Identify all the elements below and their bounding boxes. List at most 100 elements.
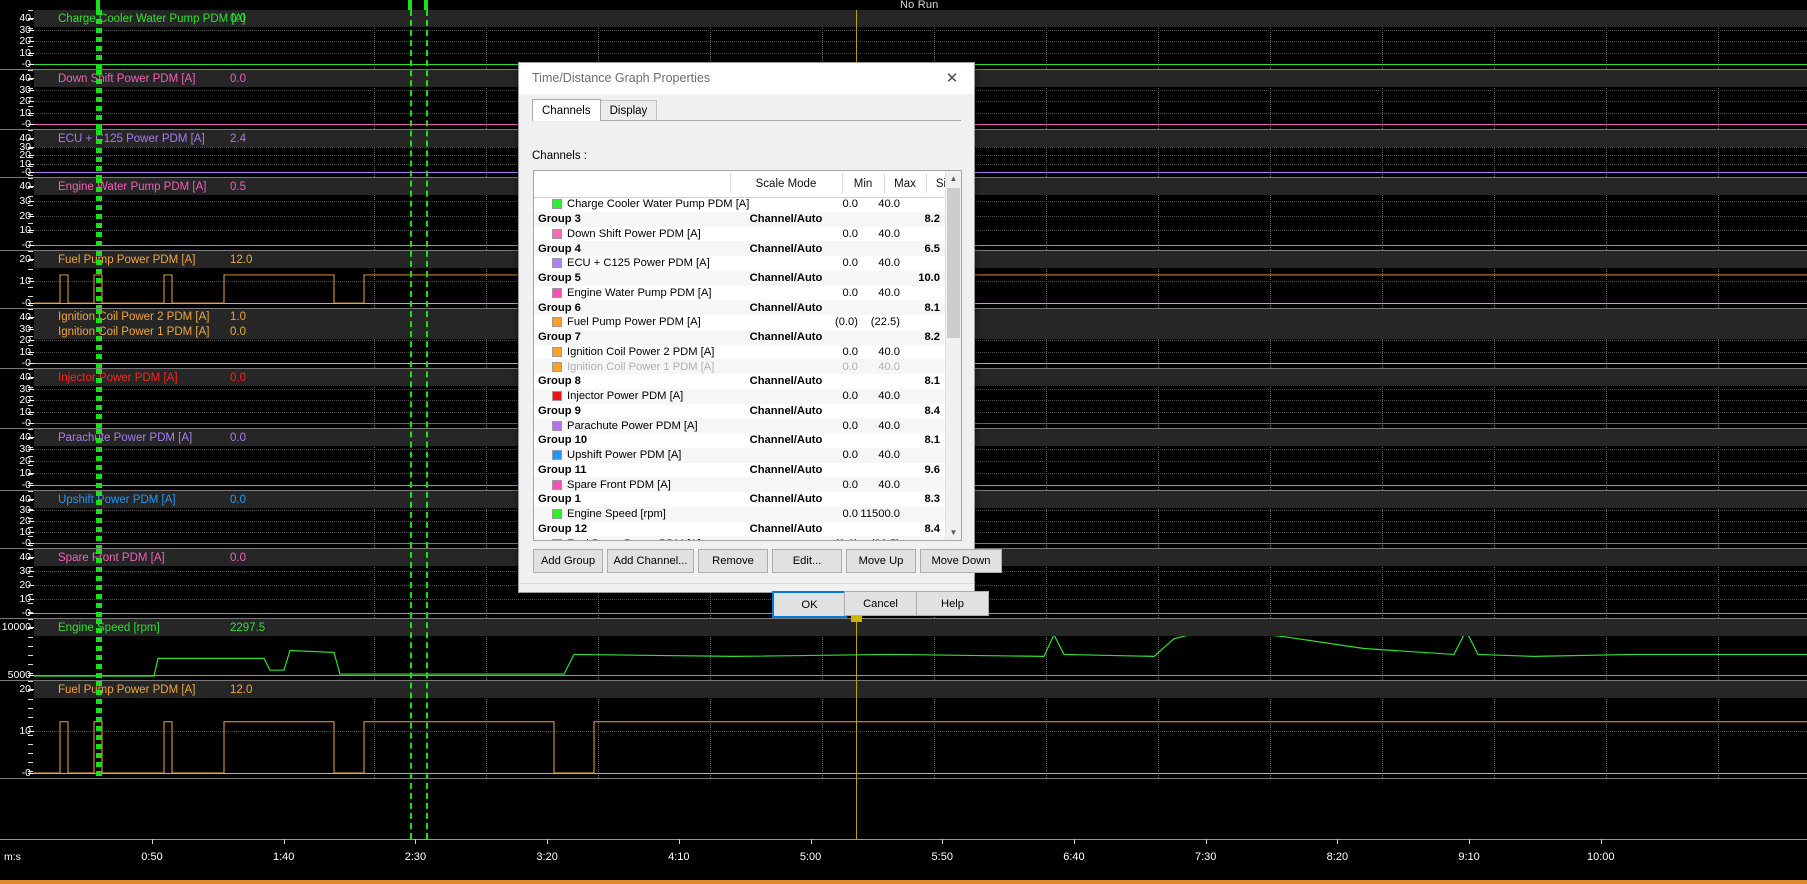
pane-cursor-column: [96, 309, 102, 368]
row-label: Engine Water Pump PDM [A]: [567, 286, 712, 299]
channel-label-bar[interactable]: Engine Speed [rpm] 2297.5: [34, 619, 1807, 636]
pane-y-axis: 40 30 20 10 -0: [0, 178, 34, 250]
cancel-button[interactable]: Cancel: [844, 591, 917, 616]
time-axis-scroll-bar[interactable]: [0, 880, 1807, 884]
remove-button[interactable]: Remove: [698, 549, 768, 573]
table-channel-row[interactable]: Engine Speed [rpm] 0.0 11500.0: [534, 506, 946, 522]
channel-value: 12.0: [230, 253, 253, 266]
channel-color-swatch[interactable]: [552, 258, 562, 269]
row-size: 8.4: [924, 522, 940, 535]
channel-value: 2.4: [230, 132, 246, 145]
channel-color-swatch[interactable]: [552, 317, 562, 328]
channel-label-bar[interactable]: Charge Cooler Water Pump PDM [A] 0.0: [34, 10, 1807, 27]
edit-button[interactable]: Edit...: [772, 549, 842, 573]
channel-pane[interactable]: 40 30 20 10 -0 Charge Cooler Water Pump PDM […: [0, 10, 1807, 70]
table-channel-row[interactable]: Fuel Pump Power PDM [A](0.0)(22.5): [534, 536, 946, 540]
channel-label-bar[interactable]: Fuel Pump Power PDM [A] 12.0: [34, 681, 1807, 698]
column-header-min[interactable]: Min: [842, 171, 884, 196]
dialog-title-bar[interactable]: Time/Distance Graph Properties ✕: [519, 63, 974, 94]
channel-color-swatch[interactable]: [552, 420, 562, 431]
channel-name: Spare Front PDM [A]: [58, 551, 165, 564]
table-group-row[interactable]: Group 9 Channel/Auto 8.4: [534, 404, 946, 419]
time-axis-tick-mark: [1337, 839, 1339, 844]
row-label: Group 5: [538, 272, 581, 285]
pane-cursor-column: [96, 619, 102, 680]
channel-pane[interactable]: 20 10 -0 Fuel Pump Power PDM [A] 12.0: [0, 681, 1807, 779]
channels-table-header: Scale Mode Min Max Size: [534, 171, 961, 198]
table-group-row[interactable]: Group 10 Channel/Auto 8.1: [534, 433, 946, 448]
scroll-up-icon[interactable]: ▲: [946, 171, 961, 186]
table-group-row[interactable]: Group 1 Channel/Auto 8.3: [534, 492, 946, 507]
channel-name: Down Shift Power PDM [A]: [58, 72, 196, 85]
pane-y-axis: 40 30 20 10 -0: [0, 369, 34, 428]
scroll-down-icon[interactable]: ▼: [946, 525, 961, 540]
scrollbar-thumb[interactable]: [947, 188, 960, 338]
row-size: [886, 197, 940, 212]
table-group-row[interactable]: Group 4 Channel/Auto 6.5: [534, 241, 946, 256]
table-channel-row[interactable]: Upshift Power PDM [A] 0.0 40.0: [534, 447, 946, 463]
ok-button[interactable]: OK: [772, 591, 847, 618]
column-header-scale-mode[interactable]: Scale Mode: [730, 171, 842, 196]
table-channel-row[interactable]: Parachute Power PDM [A] 0.0 40.0: [534, 418, 946, 433]
pane-y-axis: 40 30 20 10 -0: [0, 549, 34, 618]
pane-cursor-column: [96, 70, 102, 129]
table-group-row[interactable]: Group 7 Channel/Auto 8.2: [534, 329, 946, 345]
channel-value: 0.0: [230, 325, 246, 338]
channel-color-swatch[interactable]: [552, 509, 562, 520]
table-channel-row[interactable]: Down Shift Power PDM [A] 0.0 40.0: [534, 227, 946, 242]
channel-color-swatch[interactable]: [552, 199, 562, 210]
tab-display[interactable]: Display: [599, 100, 658, 121]
table-group-row[interactable]: Group 11 Channel/Auto 9.6: [534, 463, 946, 478]
table-channel-row[interactable]: Engine Water Pump PDM [A] 0.0 40.0: [534, 286, 946, 301]
dialog-title: Time/Distance Graph Properties: [532, 71, 711, 85]
table-group-row[interactable]: Group 8 Channel/Auto 8.1: [534, 374, 946, 389]
row-label: Fuel Pump Power PDM [A]: [567, 538, 701, 540]
graph-cursor-handle[interactable]: [851, 615, 862, 622]
table-channel-row[interactable]: Ignition Coil Power 2 PDM [A] 0.0 40.0: [534, 345, 946, 360]
column-header-max[interactable]: Max: [884, 171, 926, 196]
tab-channels[interactable]: Channels: [532, 99, 601, 121]
channel-color-swatch[interactable]: [552, 538, 562, 540]
channel-pane[interactable]: 10000 5000 Engine Speed [rpm] 2297.5: [0, 619, 1807, 681]
table-channel-row[interactable]: ECU + C125 Power PDM [A] 0.0 40.0: [534, 256, 946, 271]
table-scrollbar[interactable]: ▲ ▼: [945, 171, 961, 540]
channels-table[interactable]: Scale Mode Min Max Size Charge Cooler Wa…: [533, 170, 962, 541]
move-down-button[interactable]: Move Down: [920, 549, 1002, 573]
help-button[interactable]: Help: [916, 591, 989, 616]
table-channel-row[interactable]: Fuel Pump Power PDM [A](0.0)(22.5): [534, 315, 946, 330]
table-channel-row[interactable]: Charge Cooler Water Pump PDM [A] 0.0 40.0: [534, 197, 946, 212]
close-icon[interactable]: ✕: [930, 63, 974, 93]
table-group-row[interactable]: Group 12 Channel/Auto 8.4: [534, 522, 946, 537]
table-channel-row[interactable]: Spare Front PDM [A] 0.0 40.0: [534, 477, 946, 492]
row-size: [886, 418, 940, 433]
row-name-cell: Fuel Pump Power PDM [A]: [552, 315, 701, 330]
channel-name: Fuel Pump Power PDM [A]: [58, 683, 196, 696]
add-channel-button[interactable]: Add Channel...: [607, 549, 694, 573]
table-group-row[interactable]: Group 3 Channel/Auto 8.2: [534, 211, 946, 227]
channel-color-swatch[interactable]: [552, 391, 562, 402]
row-name-cell: Charge Cooler Water Pump PDM [A]: [552, 197, 749, 212]
y-axis-minor-ticks: [28, 369, 33, 428]
row-label: Injector Power PDM [A]: [567, 390, 684, 403]
row-size: [886, 227, 940, 242]
row-name-cell: Group 5: [538, 271, 581, 286]
channel-color-swatch[interactable]: [552, 361, 562, 372]
channel-color-swatch[interactable]: [552, 346, 562, 357]
row-label: Engine Speed [rpm]: [567, 508, 666, 521]
y-axis-tick-label: 10000: [1, 621, 31, 633]
table-channel-row[interactable]: Injector Power PDM [A] 0.0 40.0: [534, 388, 946, 404]
y-axis-minor-ticks: [28, 619, 33, 680]
row-size: 9.6: [924, 463, 940, 476]
channel-color-swatch[interactable]: [552, 479, 562, 490]
row-name-cell: Group 12: [538, 522, 587, 537]
row-label: Group 4: [538, 242, 581, 255]
channel-color-swatch[interactable]: [552, 450, 562, 461]
table-group-row[interactable]: Group 6 Channel/Auto 8.1: [534, 300, 946, 315]
channel-color-swatch[interactable]: [552, 287, 562, 298]
row-name-cell: Group 4: [538, 241, 581, 256]
move-up-button[interactable]: Move Up: [846, 549, 916, 573]
add-group-button[interactable]: Add Group: [533, 549, 603, 573]
table-group-row[interactable]: Group 5 Channel/Auto 10.0: [534, 270, 946, 286]
table-channel-row[interactable]: Ignition Coil Power 1 PDM [A] 0.0 40.0: [534, 359, 946, 374]
channel-color-swatch[interactable]: [552, 228, 562, 239]
